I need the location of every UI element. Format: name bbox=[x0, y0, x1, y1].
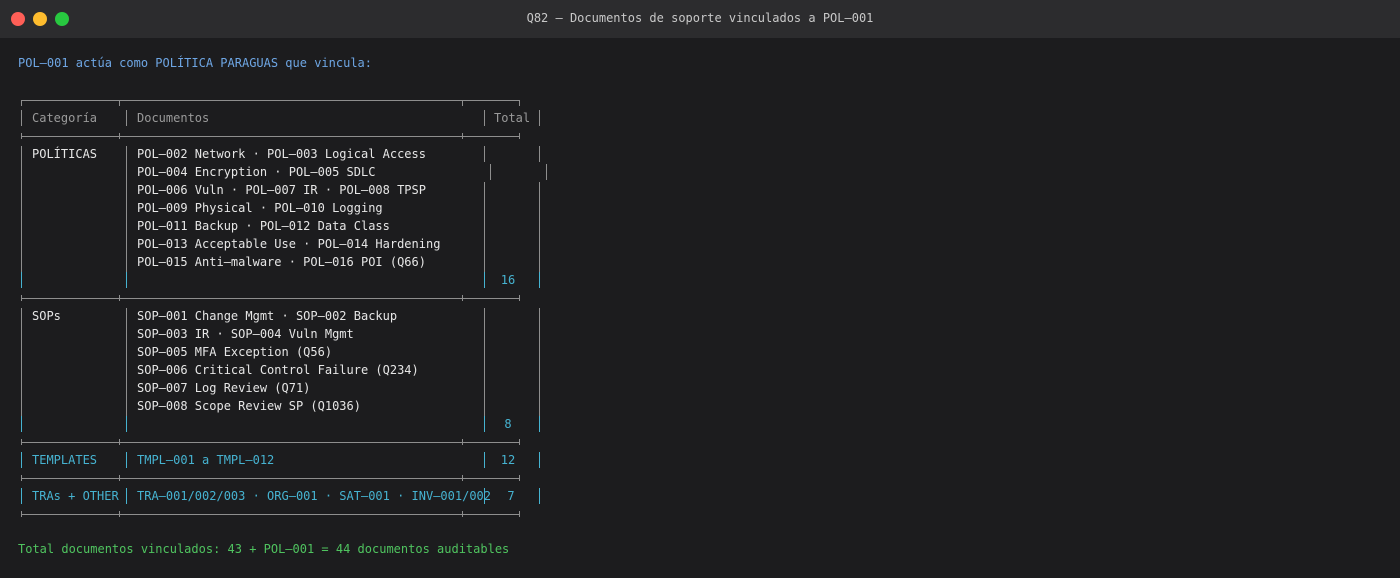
table-border bbox=[126, 416, 127, 432]
table-border bbox=[119, 133, 120, 139]
table-border bbox=[539, 182, 540, 272]
table-border bbox=[21, 146, 22, 272]
table-border bbox=[462, 295, 463, 301]
doc-line: POL–002 Network · POL–003 Logical Access bbox=[137, 147, 426, 161]
doc-line: SOP–001 Change Mgmt · SOP–002 Backup bbox=[137, 309, 398, 323]
doc-line: SOP–003 IR · SOP–004 Vuln Mgmt bbox=[137, 327, 354, 341]
window-titlebar: Q82 — Documentos de soporte vinculados a… bbox=[0, 0, 1400, 38]
header-documentos: Documentos bbox=[137, 111, 210, 125]
doc-line: SOP–008 Scope Review SP (Q1036) bbox=[137, 399, 361, 413]
table-border bbox=[21, 100, 22, 106]
terminal-output[interactable]: POL–001 actúa como POLÍTICA PARAGUAS que… bbox=[0, 38, 1400, 578]
table-border bbox=[484, 110, 485, 126]
table-border bbox=[539, 416, 540, 432]
table-border bbox=[539, 308, 540, 416]
table-border bbox=[119, 475, 120, 481]
total-politicas: 16 bbox=[500, 273, 516, 287]
table-border bbox=[119, 439, 120, 445]
header-categoria: Categoría bbox=[32, 111, 98, 125]
table-border bbox=[519, 295, 520, 301]
table-border-bottom bbox=[21, 514, 519, 515]
doc-line: SOP–005 MFA Exception (Q56) bbox=[137, 345, 333, 359]
total-tras-other: 7 bbox=[507, 489, 515, 503]
category-templates: TEMPLATES bbox=[32, 453, 98, 467]
doc-line: POL–011 Backup · POL–012 Data Class bbox=[137, 219, 390, 233]
table-border bbox=[119, 100, 120, 106]
table-border bbox=[484, 182, 485, 272]
table-border-header bbox=[21, 136, 519, 137]
table-border bbox=[519, 439, 520, 445]
table-border bbox=[484, 146, 485, 162]
category-tras-other: TRAs + OTHER bbox=[32, 489, 119, 503]
total-sops: 8 bbox=[504, 417, 512, 431]
table-border bbox=[539, 488, 540, 504]
category-sops: SOPs bbox=[32, 309, 61, 323]
intro-line: POL–001 actúa como POLÍTICA PARAGUAS que… bbox=[18, 56, 373, 70]
doc-line: POL–006 Vuln · POL–007 IR · POL–008 TPSP bbox=[137, 183, 426, 197]
table-border bbox=[119, 295, 120, 301]
table-border bbox=[126, 272, 127, 288]
table-border bbox=[484, 272, 485, 288]
table-border bbox=[519, 475, 520, 481]
table-border bbox=[539, 146, 540, 162]
table-border bbox=[539, 110, 540, 126]
doc-line: POL–015 Anti–malware · POL–016 POI (Q66) bbox=[137, 255, 426, 269]
table-border bbox=[21, 452, 22, 468]
table-border bbox=[490, 164, 491, 180]
table-border bbox=[126, 308, 127, 416]
table-border bbox=[21, 272, 22, 288]
table-border bbox=[484, 416, 485, 432]
table-border bbox=[484, 308, 485, 416]
header-total: Total bbox=[494, 111, 531, 125]
table-border-row bbox=[21, 478, 519, 479]
table-border bbox=[21, 439, 22, 445]
table-border bbox=[519, 133, 520, 139]
table-border bbox=[21, 308, 22, 416]
table-border bbox=[126, 488, 127, 504]
table-border bbox=[21, 295, 22, 301]
table-border bbox=[519, 511, 520, 517]
doc-line: SOP–007 Log Review (Q71) bbox=[137, 381, 311, 395]
total-templates: 12 bbox=[500, 453, 516, 467]
table-border bbox=[462, 439, 463, 445]
table-border bbox=[546, 164, 547, 180]
table-border bbox=[539, 272, 540, 288]
table-border-top bbox=[21, 100, 519, 101]
table-border bbox=[126, 146, 127, 272]
table-border-row bbox=[21, 298, 519, 299]
table-border bbox=[539, 452, 540, 468]
table-border bbox=[484, 452, 485, 468]
table-border bbox=[21, 511, 22, 517]
table-border-row bbox=[21, 442, 519, 443]
doc-line: POL–009 Physical · POL–010 Logging bbox=[137, 201, 383, 215]
table-border bbox=[21, 416, 22, 432]
table-border bbox=[462, 511, 463, 517]
footer-total-line: Total documentos vinculados: 43 + POL–00… bbox=[18, 542, 510, 556]
table-border bbox=[462, 100, 463, 106]
doc-line: TRA–001/002/003 · ORG–001 · SAT–001 · IN… bbox=[137, 489, 492, 503]
window-title: Q82 — Documentos de soporte vinculados a… bbox=[526, 11, 874, 25]
table-border bbox=[126, 452, 127, 468]
table-border bbox=[21, 110, 22, 126]
table-border bbox=[126, 110, 127, 126]
table-border bbox=[21, 133, 22, 139]
table-border bbox=[119, 511, 120, 517]
table-border bbox=[21, 475, 22, 481]
table-border bbox=[462, 133, 463, 139]
category-politicas: POLÍTICAS bbox=[32, 147, 98, 161]
table-border bbox=[462, 475, 463, 481]
doc-line: POL–004 Encryption · POL–005 SDLC bbox=[137, 165, 376, 179]
doc-line: SOP–006 Critical Control Failure (Q234) bbox=[137, 363, 419, 377]
table-border bbox=[21, 488, 22, 504]
doc-line: POL–013 Acceptable Use · POL–014 Hardeni… bbox=[137, 237, 441, 251]
doc-line: TMPL–001 a TMPL–012 bbox=[137, 453, 275, 467]
table-border bbox=[519, 100, 520, 106]
